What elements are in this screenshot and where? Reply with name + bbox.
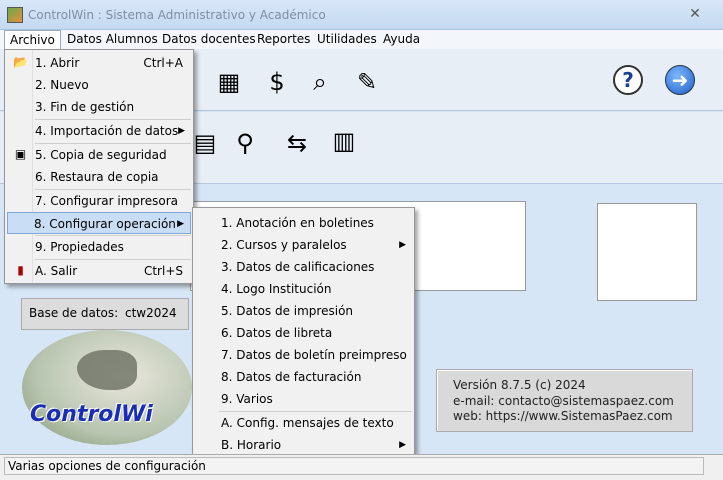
email-text: e-mail: contacto@sistemaspaez.com [453,394,674,408]
submenu-item-anotacion[interactable]: 1. Anotación en boletines [195,212,412,234]
menu-item-label: 8. Configurar operación [34,217,176,231]
archivo-dropdown: 📂 1. Abrir Ctrl+A 2. Nuevo 3. Fin de ges… [4,49,194,284]
menu-item-copia-seguridad[interactable]: ▣ 5. Copia de seguridad [7,144,191,166]
logo-text: ControlWi [30,402,153,427]
version-text: Versión 8.7.5 (c) 2024 [453,378,586,392]
submenu-item-cursos[interactable]: 2. Cursos y paralelos ▶ [195,234,412,256]
submenu-arrow-icon: ▶ [178,126,185,136]
menu-item-label: 6. Datos de libreta [221,326,333,340]
submenu-item-horario[interactable]: B. Horario ▶ [195,434,412,456]
menu-item-label: 9. Varios [221,392,273,406]
menu-item-importacion[interactable]: 4. Importación de datos ▶ [7,120,191,142]
menu-item-label: 2. Cursos y paralelos [221,238,347,252]
floppy-icon: ▣ [14,147,27,161]
menu-item-label: 2. Nuevo [35,78,89,92]
close-button[interactable]: ✕ [674,4,716,24]
binoculars-icon[interactable]: ⌕ [303,65,337,99]
status-bar: Varias opciones de configuración [0,454,723,480]
transfer-docs-icon[interactable]: ⇆ [280,126,314,160]
menu-item-nuevo[interactable]: 2. Nuevo [7,74,191,96]
menu-item-restaura-copia[interactable]: 6. Restaura de copia [7,166,191,188]
menu-item-label: 5. Datos de impresión [221,304,354,318]
status-text: Varias opciones de configuración [4,457,704,475]
menu-bar: Archivo Datos Alumnos Datos docentes Rep… [0,30,723,49]
submenu-arrow-icon: ▶ [177,219,184,229]
menu-item-label: 4. Importación de datos [35,124,179,138]
menu-item-label: 3. Fin de gestión [35,100,135,114]
menu-utilidades[interactable]: Utilidades [312,30,382,49]
menu-item-abrir[interactable]: 📂 1. Abrir Ctrl+A [7,52,191,74]
web-text: web: https://www.SistemasPaez.com [453,409,673,423]
menu-item-shortcut: Ctrl+S [143,264,183,278]
window-title: ControlWin : Sistema Administrativo y Ac… [28,8,326,22]
menu-reportes[interactable]: Reportes [252,30,315,49]
menu-item-label: B. Horario [221,438,282,452]
submenu-item-mensajes[interactable]: A. Config. mensajes de texto [195,412,412,434]
submenu-arrow-icon: ▶ [399,440,406,450]
database-label: Base de datos: [29,306,119,320]
photo-panel [597,203,697,301]
submenu-item-facturacion[interactable]: 8. Datos de facturación [195,366,412,388]
menu-item-label: 4. Logo Institución [221,282,332,296]
barcode-binoculars-icon[interactable]: ▥ [327,124,361,158]
calendar-grid-icon[interactable]: ▦ [212,65,246,99]
menu-item-label: 8. Datos de facturación [221,370,362,384]
submenu-item-impresion[interactable]: 5. Datos de impresión [195,300,412,322]
logo-image: ControlWi [22,330,192,445]
menu-item-label: 6. Restaura de copia [35,170,159,184]
menu-archivo[interactable]: Archivo [4,30,61,49]
version-info-box: Versión 8.7.5 (c) 2024 e-mail: contacto@… [436,369,693,432]
menu-item-label: 7. Datos de boletín preimpreso [221,348,407,362]
submenu-item-logo[interactable]: 4. Logo Institución [195,278,412,300]
menu-item-label: 5. Copia de seguridad [35,148,167,162]
configurar-operacion-submenu: 1. Anotación en boletines 2. Cursos y pa… [192,207,415,458]
database-value: ctw2024 [125,306,177,320]
exit-door-icon: ▮ [17,263,24,277]
help-icon[interactable]: ? [613,65,643,95]
menu-item-label: 9. Propiedades [35,240,124,254]
menu-item-propiedades[interactable]: 9. Propiedades [7,236,191,258]
menu-item-label: A. Salir [35,264,78,278]
title-bar: ControlWin : Sistema Administrativo y Ac… [0,0,723,30]
menu-datos-alumnos[interactable]: Datos Alumnos [62,30,163,49]
folder-icon: 📂 [13,55,28,69]
app-icon [7,7,23,23]
menu-item-label: 3. Datos de calificaciones [221,260,375,274]
menu-datos-docentes[interactable]: Datos docentes [157,30,261,49]
submenu-item-libreta[interactable]: 6. Datos de libreta [195,322,412,344]
menu-ayuda[interactable]: Ayuda [378,30,425,49]
menu-item-salir[interactable]: ▮ A. Salir Ctrl+S [7,260,191,282]
menu-item-label: 7. Configurar impresora [35,194,178,208]
menu-item-label: 1. Anotación en boletines [221,216,374,230]
submenu-item-calificaciones[interactable]: 3. Datos de calificaciones [195,256,412,278]
submenu-arrow-icon: ▶ [399,240,406,250]
notepad-edit-icon[interactable]: ✎ [350,65,384,99]
submenu-item-boletin[interactable]: 7. Datos de boletín preimpreso [195,344,412,366]
database-box: Base de datos: ctw2024 [21,298,189,330]
billing-icon[interactable]: $ [260,65,294,99]
menu-item-shortcut: Ctrl+A [143,56,183,70]
menu-item-fin-gestion[interactable]: 3. Fin de gestión [7,96,191,118]
search-money-icon[interactable]: ⚲ [228,126,262,160]
menu-item-label: 1. Abrir [35,56,80,70]
menu-item-label: A. Config. mensajes de texto [221,416,394,430]
menu-item-configurar-operacion[interactable]: 8. Configurar operación ▶ [7,212,191,234]
next-arrow-icon[interactable]: ➜ [665,65,695,95]
menu-item-configurar-impresora[interactable]: 7. Configurar impresora [7,190,191,212]
submenu-item-varios[interactable]: 9. Varios [195,388,412,410]
